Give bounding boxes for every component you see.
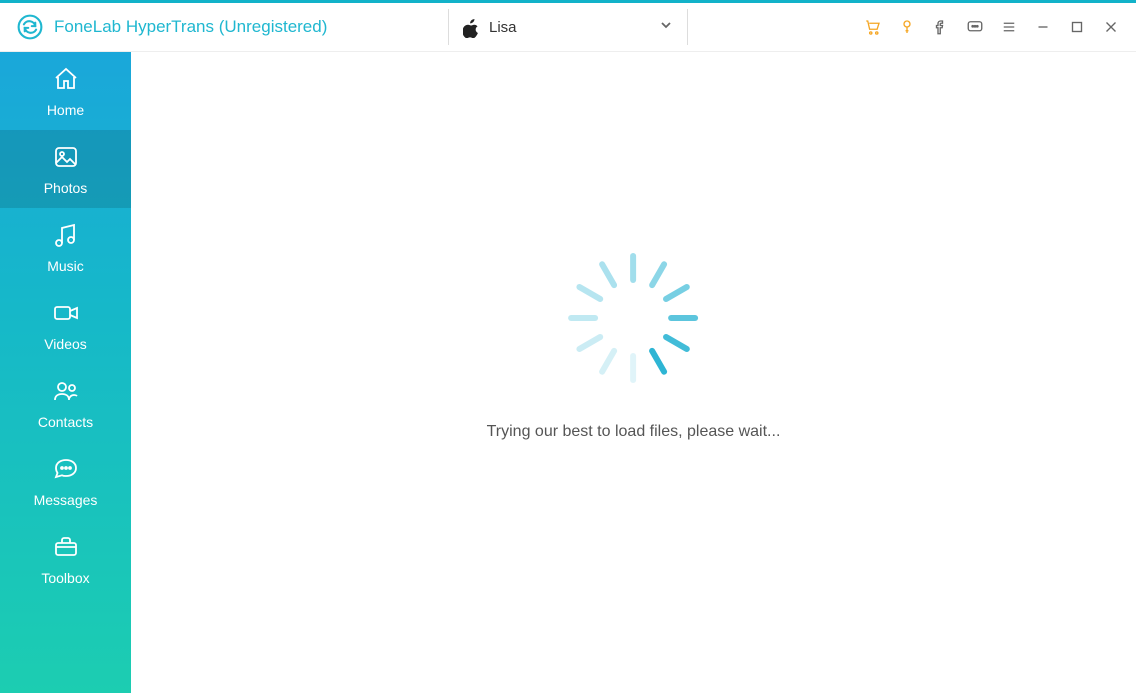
sidebar-item-label: Contacts: [38, 414, 93, 430]
facebook-icon[interactable]: [924, 10, 958, 44]
sidebar-item-label: Videos: [44, 336, 87, 352]
title-bar: FoneLab HyperTrans (Unregistered) Lisa: [0, 3, 1136, 52]
key-icon[interactable]: [890, 10, 924, 44]
app-title: FoneLab HyperTrans (Unregistered): [54, 17, 327, 37]
sidebar-item-videos[interactable]: Videos: [0, 286, 131, 364]
header-actions: [856, 10, 1136, 44]
feedback-icon[interactable]: [958, 10, 992, 44]
loading-text: Trying our best to load files, please wa…: [487, 423, 781, 441]
minimize-icon[interactable]: [1026, 10, 1060, 44]
toolbox-icon: [52, 533, 80, 564]
spinner-icon: [569, 253, 699, 383]
main-content: Trying our best to load files, please wa…: [131, 52, 1136, 693]
cart-icon[interactable]: [856, 10, 890, 44]
chevron-down-icon: [659, 18, 673, 37]
apple-icon: [463, 18, 479, 36]
device-selector[interactable]: Lisa: [448, 9, 688, 45]
photos-icon: [52, 143, 80, 174]
messages-icon: [52, 455, 80, 486]
sidebar-item-home[interactable]: Home: [0, 52, 131, 130]
close-icon[interactable]: [1094, 10, 1128, 44]
music-icon: [52, 221, 80, 252]
sidebar-item-messages[interactable]: Messages: [0, 442, 131, 520]
loading-indicator: Trying our best to load files, please wa…: [487, 253, 781, 441]
sidebar-item-contacts[interactable]: Contacts: [0, 364, 131, 442]
sidebar: Home Photos: [0, 52, 131, 693]
app-logo-icon: [16, 13, 44, 41]
maximize-icon[interactable]: [1060, 10, 1094, 44]
sidebar-item-photos[interactable]: Photos: [0, 130, 131, 208]
sidebar-item-music[interactable]: Music: [0, 208, 131, 286]
menu-icon[interactable]: [992, 10, 1026, 44]
contacts-icon: [52, 377, 80, 408]
sidebar-item-label: Photos: [44, 180, 88, 196]
logo-area: FoneLab HyperTrans (Unregistered): [0, 13, 327, 41]
videos-icon: [52, 299, 80, 330]
body: Home Photos: [0, 52, 1136, 693]
sidebar-item-label: Music: [47, 258, 84, 274]
sidebar-item-label: Messages: [34, 492, 98, 508]
sidebar-item-toolbox[interactable]: Toolbox: [0, 520, 131, 598]
device-name: Lisa: [489, 19, 659, 36]
home-icon: [52, 65, 80, 96]
sidebar-item-label: Home: [47, 102, 84, 118]
app-window: FoneLab HyperTrans (Unregistered) Lisa: [0, 0, 1136, 693]
sidebar-item-label: Toolbox: [41, 570, 89, 586]
